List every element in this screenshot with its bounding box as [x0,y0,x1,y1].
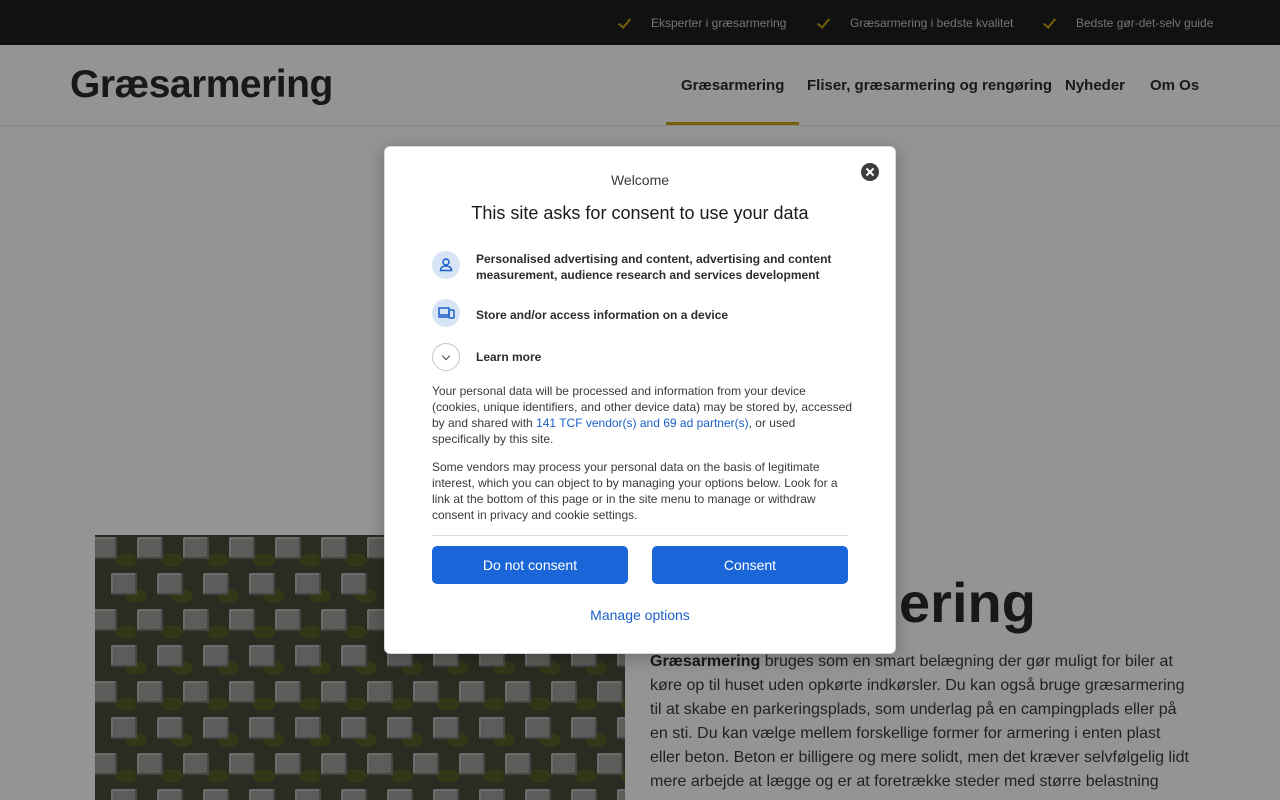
purpose-label: Store and/or access information on a dev… [476,308,729,322]
chevron-down-icon[interactable] [432,343,460,371]
vendors-link[interactable]: 141 TCF vendor(s) and 69 ad partner(s) [536,416,749,430]
consent-paragraph-2: Some vendors may process your personal d… [432,460,838,522]
modal-backdrop-top [0,0,1280,126]
purpose-item: Store and/or access information on a dev… [432,299,728,327]
consent-button[interactable]: Consent [652,546,848,584]
person-icon [432,251,460,279]
do-not-consent-button[interactable]: Do not consent [432,546,628,584]
learn-more-toggle[interactable]: Learn more [432,343,541,371]
purpose-label: Personalised advertising and content, ad… [476,252,832,282]
consent-dialog: Welcome This site asks for consent to us… [384,146,896,654]
dialog-title: This site asks for consent to use your d… [471,203,809,223]
devices-icon [432,299,460,327]
manage-options-link[interactable]: Manage options [385,607,895,623]
purpose-item: Personalised advertising and content, ad… [432,251,831,282]
dialog-welcome: Welcome [610,172,670,188]
consent-paragraph-1: Your personal data will be processed and… [432,383,852,447]
learn-more-label[interactable]: Learn more [476,349,856,365]
divider [432,535,848,536]
